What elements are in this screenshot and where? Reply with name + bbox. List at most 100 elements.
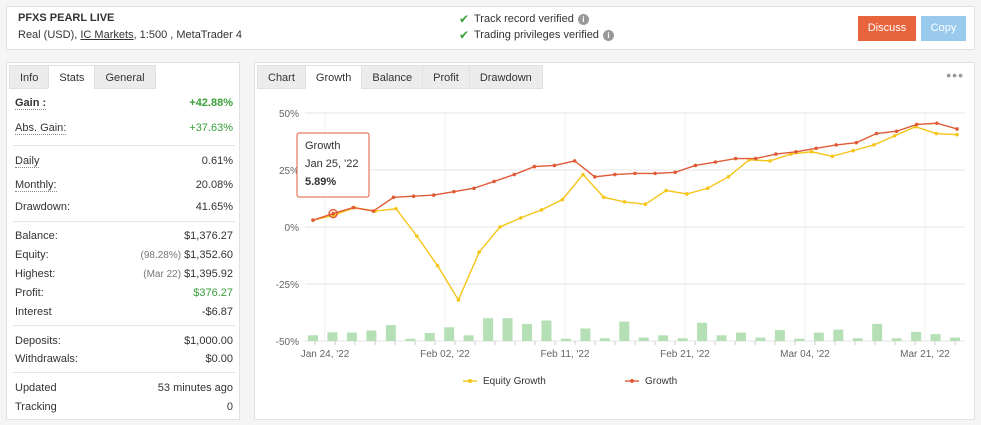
volume-bar [580, 328, 591, 341]
balance-label: Balance: [15, 230, 58, 242]
growth-point [311, 218, 315, 222]
account-header: PFXS PEARL LIVE Real (USD), IC Markets, … [6, 6, 975, 50]
tab-info[interactable]: Info [9, 65, 50, 89]
balance-value: $1,376.27 [184, 230, 233, 242]
equity-growth-point [809, 149, 814, 154]
growth-point [713, 160, 718, 164]
growth-point [472, 186, 476, 191]
volume-bar [677, 338, 688, 341]
growth-point [532, 164, 537, 169]
equity-growth-point [560, 197, 565, 202]
stat-monthly: Monthly: 20.08% [15, 177, 233, 193]
monthly-label[interactable]: Monthly: [15, 179, 57, 192]
divider [13, 221, 235, 222]
volume-bar [502, 318, 513, 341]
abs-gain-label[interactable]: Abs. Gain: [15, 122, 67, 135]
growth-point [653, 171, 657, 176]
growth-chart: 50% 25% 0% -25% -50% Jan 24, '22 Feb 02, '22 F… [276, 109, 965, 387]
growth-point [492, 179, 496, 184]
stat-withdrawals: Withdrawals: $0.00 [15, 351, 233, 367]
account-leverage-platform: , 1:500 , MetaTrader 4 [133, 29, 242, 41]
volume-bar [736, 332, 746, 341]
equity-growth-point [705, 186, 710, 191]
equity-value: $1,352.60 [184, 249, 233, 261]
check-icon: ✔ [459, 28, 470, 42]
info-icon[interactable]: i [602, 29, 614, 41]
daily-value: 0.61% [201, 155, 233, 167]
volume-bar [813, 332, 824, 341]
equity-growth-point [955, 132, 959, 137]
growth-point [431, 193, 436, 197]
copy-button[interactable]: Copy [921, 16, 966, 41]
divider [13, 372, 235, 373]
stat-balance: Balance: $1,376.27 [15, 228, 233, 244]
tab-growth[interactable]: Growth [304, 65, 363, 89]
discuss-button[interactable]: Discuss [858, 16, 916, 41]
growth-point [955, 127, 959, 131]
growth-point [753, 156, 758, 161]
chart-tooltip: Growth Jan 25, '22 5.89% [296, 132, 370, 219]
equity-percent: (98.28%) [140, 250, 182, 261]
chart-panel: Chart Growth Balance Profit Drawdown •••… [254, 62, 975, 420]
volume-bar [911, 331, 922, 341]
volume-bar [483, 318, 494, 341]
growth-point [774, 152, 778, 156]
tooltip-value: 5.89% [305, 176, 336, 188]
volume-bar [327, 332, 338, 341]
volume-bar [794, 338, 805, 341]
deposits-value: $1,000.00 [184, 335, 233, 347]
check-icon: ✔ [459, 12, 470, 26]
volume-bar [833, 329, 844, 341]
volume-bar [385, 325, 396, 341]
growth-point [371, 209, 376, 213]
chart-legend: Equity Growth Growth [463, 376, 677, 387]
stat-tracking: Tracking 0 [15, 399, 233, 415]
info-icon[interactable]: i [577, 13, 589, 25]
volume-bar [522, 323, 532, 341]
track-record-verified: ✔ Track record verified i [459, 12, 589, 26]
divider [13, 145, 235, 146]
gain-label[interactable]: Gain : [15, 97, 47, 110]
tooltip-series: Growth [305, 140, 340, 152]
equity-growth-point [477, 250, 481, 254]
growth-point [613, 172, 617, 177]
volume-bar [444, 327, 455, 341]
divider [13, 325, 235, 326]
withdrawals-label: Withdrawals: [15, 353, 78, 365]
growth-legend-dot [630, 379, 634, 383]
broker-link[interactable]: IC Markets [80, 29, 133, 41]
growth-point [874, 131, 879, 136]
stats-panel: Info Stats General Gain : +42.88% Abs. G… [6, 62, 240, 420]
equity-growth-point [768, 159, 772, 163]
volume-bar [308, 335, 318, 341]
x-tick-label: Mar 04, '22 [780, 349, 830, 360]
tab-general[interactable]: General [94, 65, 156, 89]
interest-label: Interest [15, 306, 52, 318]
volume-bar [930, 334, 941, 341]
account-type: Real (USD), [18, 29, 78, 41]
equity-growth-point [581, 172, 585, 177]
equity-growth-point [872, 143, 876, 147]
trading-privileges-label: Trading privileges verified [474, 29, 599, 41]
tooltip-date: Jan 25, '22 [305, 158, 358, 170]
more-dots-icon[interactable]: ••• [946, 67, 964, 83]
tab-balance[interactable]: Balance [361, 65, 424, 89]
growth-point [673, 170, 678, 175]
volume-bar [619, 321, 630, 341]
x-tick-label: Feb 21, '22 [660, 349, 710, 360]
updated-value: 53 minutes ago [157, 382, 233, 394]
tab-chart[interactable]: Chart [257, 65, 306, 89]
tab-drawdown[interactable]: Drawdown [468, 65, 543, 89]
daily-label[interactable]: Daily [15, 155, 40, 168]
volume-bar [716, 335, 727, 341]
growth-point [592, 175, 597, 179]
highest-date: (Mar 22) [143, 269, 182, 280]
trading-privileges-verified: ✔ Trading privileges verified i [459, 28, 614, 42]
volume-bar [405, 338, 416, 341]
tab-stats[interactable]: Stats [48, 65, 96, 89]
equity-growth-point [435, 263, 440, 268]
equity-growth-point [518, 216, 523, 220]
tab-profit[interactable]: Profit [422, 65, 470, 89]
stat-updated: Updated 53 minutes ago [15, 380, 233, 396]
growth-point [935, 121, 939, 126]
